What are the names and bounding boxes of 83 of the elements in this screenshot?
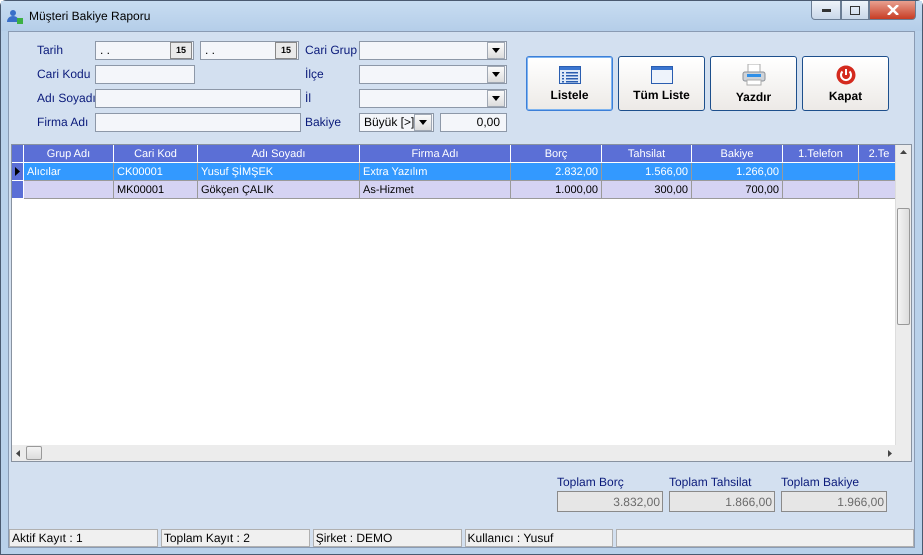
scroll-left-icon[interactable] — [16, 450, 20, 456]
total-label: Toplam Borç — [557, 475, 625, 489]
minimize-button[interactable] — [811, 1, 841, 20]
dropdown-field[interactable] — [359, 40, 507, 60]
toolbar-button[interactable]: Kapat — [802, 56, 889, 111]
table-cell — [859, 181, 895, 199]
date-field[interactable]: . . 15 — [200, 40, 299, 60]
close-icon — [886, 5, 898, 15]
table-cell: Gökçen ÇALIK — [198, 181, 360, 199]
caret-icon — [492, 48, 500, 52]
field-label: Cari Grup — [305, 43, 358, 57]
caret-icon — [492, 72, 500, 76]
scroll-thumb[interactable] — [26, 446, 42, 460]
field-label: İl — [305, 91, 312, 105]
column-header[interactable]: 2.Te — [859, 145, 895, 163]
vertical-scrollbar[interactable] — [895, 145, 911, 445]
table-cell: 1.000,00 — [511, 181, 602, 199]
horizontal-scrollbar[interactable] — [12, 445, 911, 461]
table-cell: 700,00 — [692, 181, 783, 199]
column-header[interactable]: Adı Soyadı — [198, 145, 360, 163]
amount-field[interactable]: 0,00 — [440, 112, 507, 132]
field-label: Adı Soyadı — [37, 91, 95, 105]
field-label: İlçe — [305, 67, 325, 81]
toolbar-button[interactable]: Listele — [526, 56, 613, 111]
operator-dropdown[interactable]: Büyük [>] — [359, 112, 434, 132]
column-header[interactable]: Bakiye — [692, 145, 783, 163]
caret-icon — [492, 96, 500, 100]
column-header[interactable]: Borç — [511, 145, 602, 163]
table-cell: 2.832,00 — [511, 163, 602, 181]
input-field[interactable] — [95, 64, 195, 84]
total-label: Toplam Bakiye — [781, 475, 860, 489]
table-cell: 300,00 — [602, 181, 692, 199]
maximize-button[interactable] — [841, 1, 869, 20]
total-label: Toplam Tahsilat — [669, 475, 752, 489]
maximize-icon — [850, 6, 860, 14]
column-header[interactable]: Cari Kod — [114, 145, 198, 163]
column-header[interactable]: Tahsilat — [602, 145, 692, 163]
total-field: 1.966,00 — [781, 491, 887, 512]
table-cell: 1.566,00 — [602, 163, 692, 181]
caret-icon — [419, 120, 428, 124]
window-icon — [650, 66, 672, 84]
close-button[interactable] — [869, 1, 916, 20]
table-cell: Yusuf ŞİMŞEK — [198, 163, 360, 181]
status-text: Toplam Kayıt : 2 — [160, 529, 310, 547]
printer-icon — [742, 64, 766, 86]
users-icon — [7, 8, 23, 24]
toolbar-button[interactable]: Yazdır — [710, 56, 797, 111]
field-label: Bakiye — [305, 115, 342, 129]
table-cell: 1.266,00 — [692, 163, 783, 181]
status-text: Kullanıcı : Yusuf — [464, 529, 614, 547]
table-cell: Extra Yazılım — [360, 163, 511, 181]
current-row-icon — [15, 167, 20, 176]
total-field: 3.832,00 — [557, 491, 663, 512]
status-text: Aktif Kayıt : 1 — [9, 529, 158, 547]
calendar-button[interactable]: 15 — [275, 42, 297, 58]
table-cell: MK00001 — [114, 181, 198, 199]
dropdown-field[interactable] — [359, 64, 507, 84]
column-header[interactable]: Grup Adı — [24, 145, 114, 163]
status-text: Şirket : DEMO — [312, 529, 462, 547]
scroll-right-icon[interactable] — [888, 450, 892, 456]
calendar-button[interactable]: 15 — [170, 42, 192, 58]
table-cell: Alıcılar — [24, 163, 114, 181]
table-cell — [859, 163, 895, 181]
column-header[interactable]: 1.Telefon — [783, 145, 859, 163]
scroll-thumb[interactable] — [897, 208, 910, 325]
table-cell: CK00001 — [114, 163, 198, 181]
scroll-up-icon[interactable] — [900, 150, 907, 154]
field-label: Cari Kodu — [37, 67, 92, 81]
field-label: Firma Adı — [37, 115, 90, 129]
total-field: 1.866,00 — [669, 491, 775, 512]
row-indicator[interactable] — [12, 163, 24, 181]
input-field[interactable] — [95, 112, 301, 132]
input-field[interactable] — [95, 88, 301, 108]
list-icon — [558, 66, 580, 84]
power-icon — [836, 64, 856, 84]
date-field[interactable]: . . 15 — [95, 40, 194, 60]
dropdown-field[interactable] — [359, 88, 507, 108]
table-cell: As-Hizmet — [360, 181, 511, 199]
column-header[interactable]: Firma Adı — [360, 145, 511, 163]
window-title: Müşteri Bakiye Raporu — [29, 9, 150, 23]
minimize-icon — [822, 8, 830, 12]
toolbar-button[interactable]: Tüm Liste — [618, 56, 705, 111]
field-label: Tarih — [37, 43, 64, 57]
